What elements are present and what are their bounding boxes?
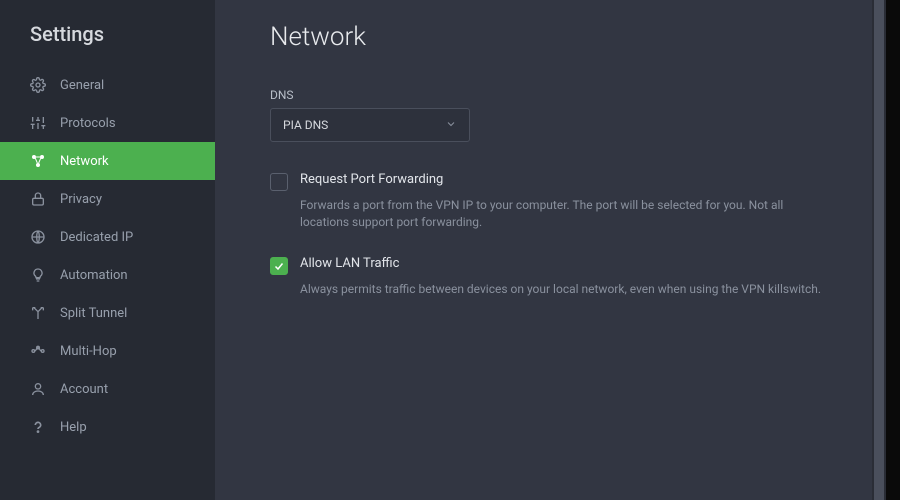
- sidebar-item-label: General: [60, 78, 104, 93]
- bulb-icon: [30, 267, 46, 283]
- sidebar-item-general[interactable]: General: [0, 66, 215, 104]
- lock-icon: [30, 191, 46, 207]
- port-forwarding-option: Request Port Forwarding: [270, 172, 831, 191]
- dns-select-value: PIA DNS: [283, 118, 328, 132]
- sidebar-item-label: Automation: [60, 268, 128, 283]
- sidebar-item-dedicated-ip[interactable]: Dedicated IP: [0, 218, 215, 256]
- sidebar-item-label: Protocols: [60, 116, 116, 131]
- allow-lan-description: Always permits traffic between devices o…: [300, 281, 831, 298]
- port-forwarding-checkbox[interactable]: [270, 173, 288, 191]
- sidebar-nav: General Protocols Network Privacy Dedica…: [0, 66, 215, 446]
- main-content: Network DNS PIA DNS Request Port Forward…: [215, 0, 886, 500]
- scrollbar-track[interactable]: [872, 0, 886, 500]
- sidebar-item-label: Account: [60, 382, 108, 397]
- window-edge: [886, 0, 900, 500]
- gear-icon: [30, 77, 46, 93]
- network-icon: [30, 153, 46, 169]
- sidebar-item-network[interactable]: Network: [0, 142, 215, 180]
- sidebar-item-privacy[interactable]: Privacy: [0, 180, 215, 218]
- port-forwarding-description: Forwards a port from the VPN IP to your …: [300, 197, 831, 232]
- allow-lan-checkbox[interactable]: [270, 257, 288, 275]
- split-icon: [30, 305, 46, 321]
- settings-sidebar: Settings General Protocols Network Priva…: [0, 0, 215, 500]
- sidebar-title: Settings: [0, 22, 215, 66]
- chevron-down-icon: [445, 118, 457, 133]
- dns-select[interactable]: PIA DNS: [270, 108, 470, 142]
- allow-lan-label: Allow LAN Traffic: [300, 256, 399, 271]
- dns-field-label: DNS: [270, 88, 831, 102]
- multihop-icon: [30, 343, 46, 359]
- globe-ip-icon: [30, 229, 46, 245]
- sidebar-item-protocols[interactable]: Protocols: [0, 104, 215, 142]
- port-forwarding-label: Request Port Forwarding: [300, 172, 443, 187]
- sidebar-item-label: Split Tunnel: [60, 306, 127, 321]
- sidebar-item-label: Dedicated IP: [60, 230, 133, 245]
- sidebar-item-account[interactable]: Account: [0, 370, 215, 408]
- sidebar-item-automation[interactable]: Automation: [0, 256, 215, 294]
- user-icon: [30, 381, 46, 397]
- question-icon: [30, 419, 46, 435]
- sidebar-item-multi-hop[interactable]: Multi-Hop: [0, 332, 215, 370]
- sidebar-item-label: Multi-Hop: [60, 344, 117, 359]
- allow-lan-option: Allow LAN Traffic: [270, 256, 831, 275]
- scrollbar-thumb[interactable]: [874, 0, 884, 500]
- sidebar-item-label: Privacy: [60, 192, 102, 207]
- sidebar-item-help[interactable]: Help: [0, 408, 215, 446]
- sidebar-item-label: Help: [60, 420, 87, 435]
- sliders-icon: [30, 115, 46, 131]
- sidebar-item-split-tunnel[interactable]: Split Tunnel: [0, 294, 215, 332]
- sidebar-item-label: Network: [60, 154, 109, 169]
- page-title: Network: [270, 22, 831, 52]
